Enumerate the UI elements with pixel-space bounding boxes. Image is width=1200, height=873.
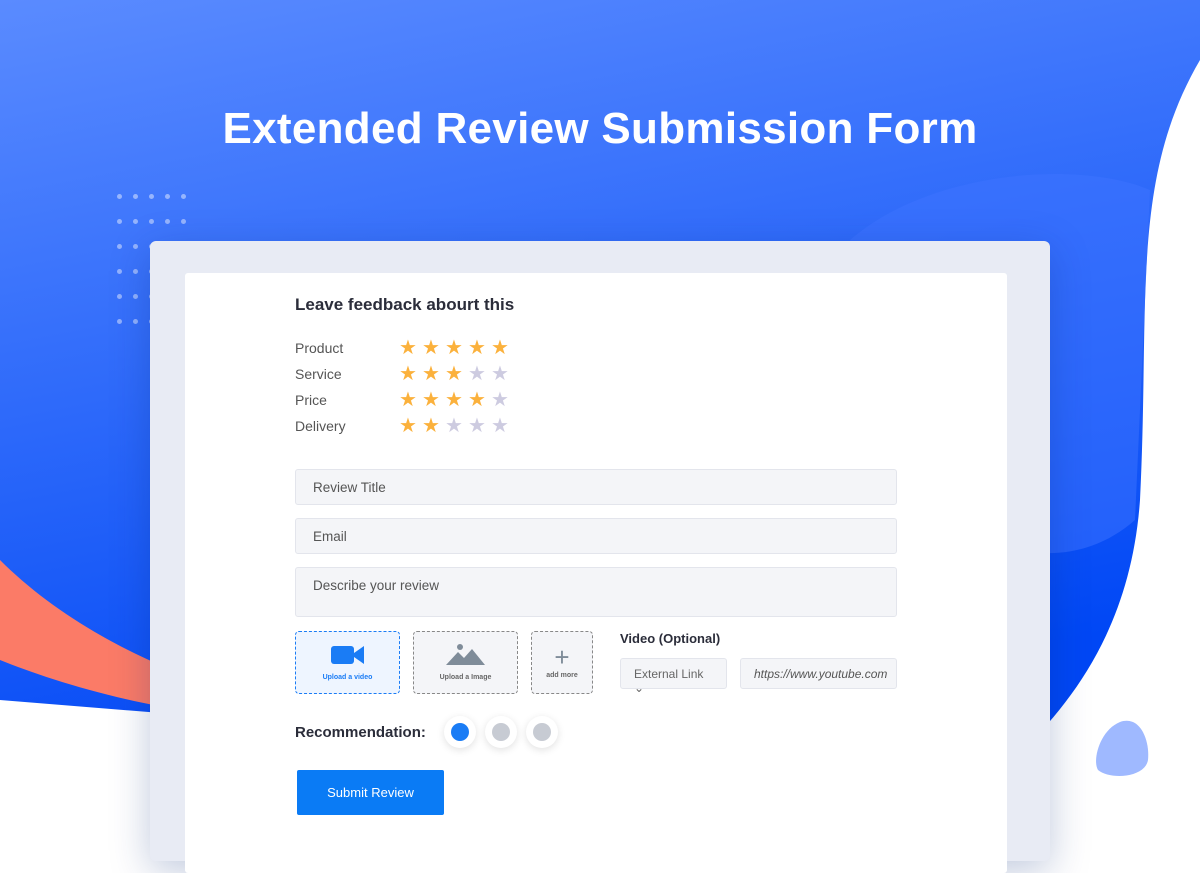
star-icon[interactable]: ★: [445, 416, 468, 436]
dot: [149, 219, 154, 224]
star-icon[interactable]: ★: [491, 390, 514, 410]
star-icon[interactable]: ★: [422, 364, 445, 384]
dot: [117, 244, 122, 249]
dot: [181, 194, 186, 199]
rating-label: Delivery: [295, 418, 346, 434]
email-input[interactable]: Email: [295, 518, 897, 554]
star-icon[interactable]: ★: [491, 338, 514, 358]
star-icon[interactable]: ★: [422, 390, 445, 410]
star-icon[interactable]: ★: [399, 338, 422, 358]
form-card: Leave feedback abourt this Product ★ ★ ★ ★ ★ S…: [185, 273, 1007, 873]
form-frame: Leave feedback abourt this Product ★ ★ ★ ★ ★ S…: [150, 241, 1050, 873]
star-icon[interactable]: ★: [422, 416, 445, 436]
neutral-face-button[interactable]: [484, 716, 517, 748]
dot: [133, 244, 138, 249]
video-url-input[interactable]: https://www.youtube.com: [740, 658, 897, 689]
rating-row-price: Price ★ ★ ★ ★ ★: [295, 387, 897, 413]
dot: [117, 294, 122, 299]
dot: [149, 194, 154, 199]
dot: [165, 194, 170, 199]
dot: [133, 219, 138, 224]
review-title-input[interactable]: Review Title: [295, 469, 897, 505]
sad-face-button[interactable]: [525, 716, 558, 748]
star-icon[interactable]: ★: [399, 416, 422, 436]
happy-face-button[interactable]: [443, 716, 476, 748]
rating-label: Product: [295, 340, 344, 356]
rating-row-delivery: Delivery ★ ★ ★ ★ ★: [295, 413, 897, 439]
add-more-button[interactable]: + add more: [531, 631, 593, 694]
star-icon[interactable]: ★: [422, 338, 445, 358]
rating-row-service: Service ★ ★ ★ ★ ★: [295, 361, 897, 387]
dot: [117, 269, 122, 274]
plus-icon: +: [554, 642, 570, 672]
star-icon[interactable]: ★: [468, 338, 491, 358]
dot: [117, 319, 122, 324]
dot: [133, 269, 138, 274]
star-icon[interactable]: ★: [399, 390, 422, 410]
video-source-value: External Link: [634, 667, 704, 681]
dot: [133, 294, 138, 299]
star-icon[interactable]: ★: [491, 364, 514, 384]
chevron-down-icon: ⌄: [634, 681, 645, 695]
dot: [117, 219, 122, 224]
page-title: Extended Review Submission Form: [222, 104, 978, 153]
rating-label: Service: [295, 366, 342, 382]
image-icon: [445, 644, 485, 665]
happy-face-icon: [450, 723, 469, 741]
sad-face-icon: [532, 723, 551, 741]
form-heading: Leave feedback abourt this: [295, 295, 515, 314]
star-icon[interactable]: ★: [445, 338, 468, 358]
video-camera-icon: [330, 646, 364, 664]
upload-video-button[interactable]: Upload a video: [295, 631, 400, 694]
video-source-select[interactable]: External Link ⌄: [620, 658, 727, 695]
review-description-textarea[interactable]: Describe your review: [295, 567, 897, 617]
rating-label: Price: [295, 392, 327, 408]
dot: [117, 194, 122, 199]
neutral-face-icon: [491, 723, 510, 741]
add-more-label: add more: [546, 672, 578, 679]
video-label: Video (Optional): [620, 631, 721, 646]
dot: [181, 219, 186, 224]
upload-image-button[interactable]: Upload a Image: [413, 631, 518, 694]
ratings-list: Product ★ ★ ★ ★ ★ Service ★ ★ ★ ★ ★ Price ★ ★ ★ ★ ★ Delive…: [295, 335, 897, 439]
star-icon[interactable]: ★: [468, 364, 491, 384]
submit-review-button[interactable]: Submit Review: [297, 770, 444, 815]
star-icon[interactable]: ★: [468, 416, 491, 436]
star-icon[interactable]: ★: [445, 364, 468, 384]
star-icon[interactable]: ★: [468, 390, 491, 410]
star-icon[interactable]: ★: [491, 416, 514, 436]
star-icon[interactable]: ★: [399, 364, 422, 384]
upload-image-label: Upload a Image: [439, 674, 492, 681]
dot: [165, 219, 170, 224]
dot: [133, 194, 138, 199]
star-icon[interactable]: ★: [445, 390, 468, 410]
recommendation-label: Recommendation:: [295, 723, 426, 741]
dot: [133, 319, 138, 324]
rating-row-product: Product ★ ★ ★ ★ ★: [295, 335, 897, 361]
upload-video-label: Upload a video: [322, 674, 373, 681]
